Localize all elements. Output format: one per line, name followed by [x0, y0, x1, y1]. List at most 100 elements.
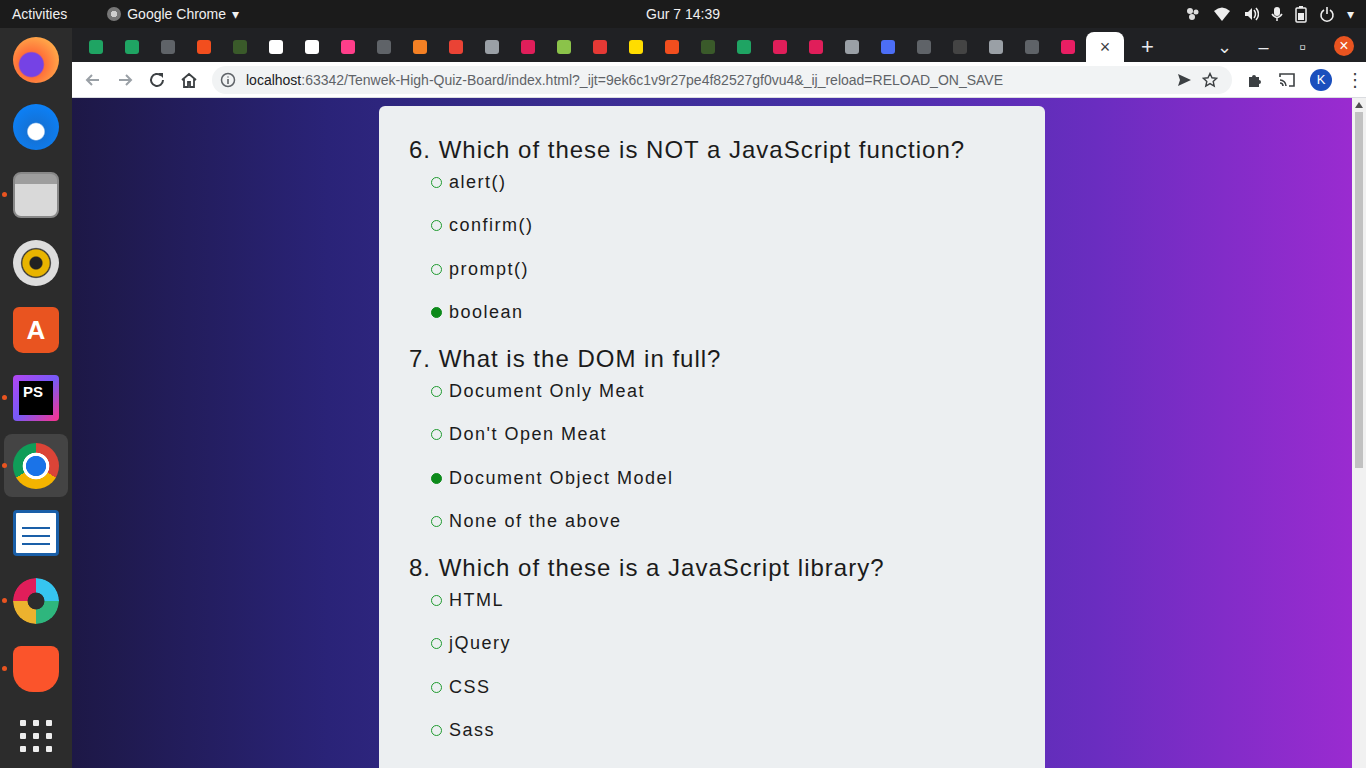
- answer-option[interactable]: Document Only Meat: [431, 378, 1015, 404]
- dock-item[interactable]: [4, 231, 68, 295]
- reload-icon[interactable]: [148, 71, 166, 89]
- answer-option[interactable]: CSS: [431, 674, 1015, 700]
- answer-option[interactable]: None of the above: [431, 509, 1015, 535]
- send-icon[interactable]: [1176, 72, 1192, 88]
- browser-tab[interactable]: [654, 32, 690, 62]
- browser-tab[interactable]: [906, 32, 942, 62]
- answer-option[interactable]: Sass: [431, 718, 1015, 744]
- radio-button[interactable]: [431, 386, 442, 397]
- browser-tab[interactable]: [762, 32, 798, 62]
- browser-tab[interactable]: [258, 32, 294, 62]
- scrollbar-thumb[interactable]: [1355, 112, 1363, 468]
- browser-tab[interactable]: [222, 32, 258, 62]
- radio-button[interactable]: [431, 307, 442, 318]
- answer-option[interactable]: HTML: [431, 587, 1015, 613]
- close-window-button[interactable]: ×: [1334, 36, 1354, 56]
- answer-option[interactable]: confirm(): [431, 213, 1015, 239]
- info-icon[interactable]: [220, 72, 236, 88]
- tab-strip: × + ⌄ – ▫ ×: [72, 28, 1366, 62]
- close-tab-button[interactable]: ×: [1100, 38, 1111, 56]
- browser-tab[interactable]: [438, 32, 474, 62]
- star-icon[interactable]: [1202, 72, 1218, 88]
- browser-tab[interactable]: [78, 32, 114, 62]
- browser-tab[interactable]: [186, 32, 222, 62]
- browser-tab[interactable]: [798, 32, 834, 62]
- answer-option[interactable]: boolean: [431, 300, 1015, 326]
- dock-item[interactable]: [4, 637, 68, 701]
- favicon-icon: [593, 40, 607, 54]
- browser-tab[interactable]: [546, 32, 582, 62]
- browser-tab[interactable]: [942, 32, 978, 62]
- volume-icon[interactable]: [1243, 6, 1259, 22]
- dock-item[interactable]: [4, 501, 68, 565]
- browser-tab[interactable]: [978, 32, 1014, 62]
- dock-item[interactable]: [4, 434, 68, 498]
- minimize-button[interactable]: –: [1244, 32, 1283, 62]
- extensions-icon[interactable]: [1246, 71, 1264, 89]
- browser-tab[interactable]: [366, 32, 402, 62]
- power-icon[interactable]: [1319, 6, 1335, 22]
- browser-tab[interactable]: [870, 32, 906, 62]
- browser-tab[interactable]: [150, 32, 186, 62]
- radio-button[interactable]: [431, 595, 442, 606]
- browser-tab[interactable]: [1014, 32, 1050, 62]
- radio-button[interactable]: [431, 429, 442, 440]
- cast-icon[interactable]: [1278, 71, 1296, 89]
- answer-option[interactable]: Document Object Model: [431, 465, 1015, 491]
- maximize-button[interactable]: ▫: [1283, 32, 1322, 62]
- scrollbar[interactable]: [1352, 98, 1366, 768]
- back-icon[interactable]: [84, 71, 102, 89]
- scroll-up-icon[interactable]: [1355, 102, 1363, 108]
- forward-icon[interactable]: [116, 71, 134, 89]
- radio-button[interactable]: [431, 725, 442, 736]
- dock-item[interactable]: [4, 28, 68, 92]
- browser-tab[interactable]: [1050, 32, 1086, 62]
- color-picker-icon[interactable]: [1185, 6, 1201, 22]
- radio-button[interactable]: [431, 473, 442, 484]
- radio-button[interactable]: [431, 638, 442, 649]
- browser-tab[interactable]: [510, 32, 546, 62]
- dock-item[interactable]: A: [4, 299, 68, 363]
- browser-tab[interactable]: ×: [1086, 32, 1124, 62]
- browser-tab[interactable]: [834, 32, 870, 62]
- address-bar[interactable]: localhost:63342/Tenwek-High-Quiz-Board/i…: [212, 66, 1232, 94]
- dock-item[interactable]: PS: [4, 366, 68, 430]
- browser-tab[interactable]: [582, 32, 618, 62]
- radio-button[interactable]: [431, 516, 442, 527]
- favicon-icon: [269, 40, 283, 54]
- browser-tab[interactable]: [690, 32, 726, 62]
- answer-option[interactable]: Don't Open Meat: [431, 422, 1015, 448]
- browser-tab[interactable]: [330, 32, 366, 62]
- new-tab-button[interactable]: +: [1128, 32, 1167, 62]
- answer-option[interactable]: prompt(): [431, 256, 1015, 282]
- radio-button[interactable]: [431, 682, 442, 693]
- radio-button[interactable]: [431, 177, 442, 188]
- chrome-menu-button[interactable]: ⋮: [1346, 69, 1358, 91]
- activities-button[interactable]: Activities: [12, 6, 67, 22]
- system-tray[interactable]: ▾: [1185, 5, 1354, 23]
- browser-tab[interactable]: [726, 32, 762, 62]
- answer-option[interactable]: alert(): [431, 169, 1015, 195]
- dock-item[interactable]: [4, 569, 68, 633]
- home-icon[interactable]: [180, 71, 198, 89]
- clock[interactable]: Gur 7 14:39: [646, 6, 720, 22]
- app-menu[interactable]: Google Chrome ▾: [107, 6, 239, 22]
- browser-tab[interactable]: [402, 32, 438, 62]
- browser-tab[interactable]: [114, 32, 150, 62]
- profile-avatar[interactable]: K: [1310, 69, 1332, 91]
- answer-option[interactable]: jQuery: [431, 631, 1015, 657]
- browser-tab[interactable]: [618, 32, 654, 62]
- dock-item[interactable]: [4, 96, 68, 160]
- dock-item[interactable]: [4, 163, 68, 227]
- microphone-icon[interactable]: [1271, 6, 1283, 22]
- firefox-icon: [13, 37, 59, 83]
- radio-button[interactable]: [431, 220, 442, 231]
- dock-item[interactable]: [4, 704, 68, 768]
- browser-tab[interactable]: [294, 32, 330, 62]
- browser-tab[interactable]: [474, 32, 510, 62]
- tab-search-button[interactable]: ⌄: [1205, 32, 1244, 62]
- wifi-icon[interactable]: [1213, 6, 1231, 22]
- radio-button[interactable]: [431, 264, 442, 275]
- battery-icon[interactable]: [1295, 5, 1307, 23]
- url-text[interactable]: localhost:63342/Tenwek-High-Quiz-Board/i…: [246, 72, 1166, 88]
